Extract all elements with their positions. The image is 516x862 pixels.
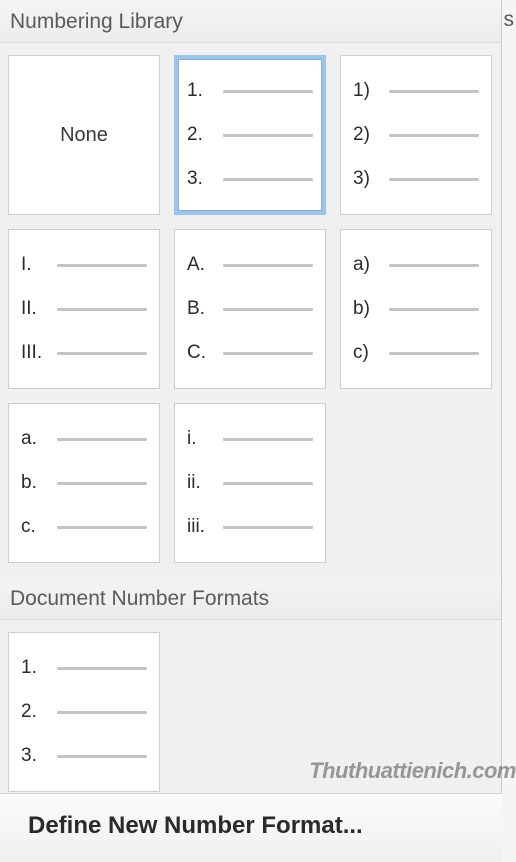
line-icon [223, 482, 313, 485]
list-row: 3. [187, 157, 313, 201]
line-icon [57, 438, 147, 441]
line-icon [57, 264, 147, 267]
list-row: 1) [353, 69, 479, 113]
line-icon [57, 667, 147, 670]
list-row: C. [187, 331, 313, 375]
line-icon [57, 711, 147, 714]
line-icon [223, 134, 313, 137]
line-icon [389, 352, 479, 355]
list-row: II. [21, 287, 147, 331]
list-row: a. [21, 417, 147, 461]
none-label: None [60, 124, 108, 147]
list-row: iii. [187, 505, 313, 549]
line-icon [223, 352, 313, 355]
numbering-tile-roman-lower[interactable]: i. ii. iii. [174, 403, 326, 563]
list-row: 2) [353, 113, 479, 157]
line-icon [223, 438, 313, 441]
line-icon [223, 264, 313, 267]
numbering-tile-none[interactable]: None [8, 55, 160, 215]
list-row: A. [187, 243, 313, 287]
library-grid: None 1. 2. 3. 1) 2) 3) I. II. III. A. B.… [0, 43, 501, 577]
list-row: c. [21, 505, 147, 549]
line-icon [57, 526, 147, 529]
list-row: i. [187, 417, 313, 461]
line-icon [223, 526, 313, 529]
line-icon [389, 308, 479, 311]
list-row: c) [353, 331, 479, 375]
document-tile-decimal-dot[interactable]: 1. 2. 3. [8, 632, 160, 792]
line-icon [389, 90, 479, 93]
line-icon [57, 755, 147, 758]
list-row: 1. [187, 69, 313, 113]
library-header: Numbering Library [0, 0, 501, 43]
numbering-tile-alpha-upper[interactable]: A. B. C. [174, 229, 326, 389]
define-new-format-button[interactable]: Define New Number Format... [0, 793, 502, 862]
line-icon [223, 178, 313, 181]
line-icon [389, 264, 479, 267]
list-row: ii. [187, 461, 313, 505]
numbering-panel: Numbering Library None 1. 2. 3. 1) 2) 3)… [0, 0, 502, 862]
line-icon [389, 178, 479, 181]
list-row: 1. [21, 646, 147, 690]
list-row: a) [353, 243, 479, 287]
numbering-tile-decimal-dot[interactable]: 1. 2. 3. [174, 55, 326, 215]
list-row: III. [21, 331, 147, 375]
line-icon [223, 90, 313, 93]
list-row: I. [21, 243, 147, 287]
numbering-tile-alpha-lower-paren[interactable]: a) b) c) [340, 229, 492, 389]
document-formats-header: Document Number Formats [0, 577, 501, 620]
line-icon [57, 482, 147, 485]
line-icon [57, 308, 147, 311]
list-row: 3) [353, 157, 479, 201]
list-row: b) [353, 287, 479, 331]
list-row: 3. [21, 734, 147, 778]
line-icon [389, 134, 479, 137]
document-grid: 1. 2. 3. [0, 620, 501, 810]
numbering-tile-alpha-lower-dot[interactable]: a. b. c. [8, 403, 160, 563]
numbering-tile-decimal-paren[interactable]: 1) 2) 3) [340, 55, 492, 215]
list-row: 2. [187, 113, 313, 157]
list-row: 2. [21, 690, 147, 734]
list-row: b. [21, 461, 147, 505]
numbering-tile-roman-upper[interactable]: I. II. III. [8, 229, 160, 389]
line-icon [223, 308, 313, 311]
cropped-text: s [504, 8, 515, 32]
list-row: B. [187, 287, 313, 331]
line-icon [57, 352, 147, 355]
